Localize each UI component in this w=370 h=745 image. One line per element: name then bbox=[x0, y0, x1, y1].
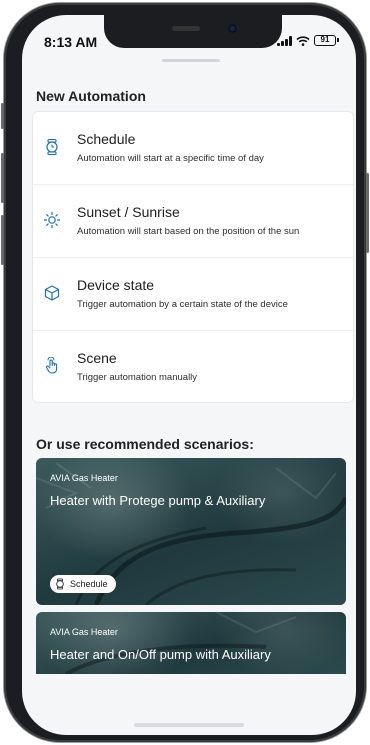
page-title: New Automation bbox=[36, 88, 146, 104]
option-title: Schedule bbox=[77, 131, 136, 147]
status-icons: 91 bbox=[277, 35, 339, 46]
scenario-card[interactable]: AVIA Gas Heater Heater and On/Off pump w… bbox=[36, 612, 346, 674]
option-scene[interactable]: Scene Trigger automation manually bbox=[33, 331, 353, 404]
scenario-title: Heater with Protege pump & Auxiliary bbox=[50, 493, 266, 508]
app-screen: 8:13 AM 91 New Automation Schedule Autom… bbox=[22, 15, 356, 735]
volume-down-button bbox=[1, 215, 4, 265]
option-description: Trigger automation manually bbox=[77, 372, 198, 383]
option-title: Sunset / Sunrise bbox=[77, 204, 180, 220]
scenario-brand: AVIA Gas Heater bbox=[50, 627, 118, 637]
cube-icon bbox=[44, 285, 60, 301]
front-camera bbox=[228, 24, 237, 33]
watch-icon bbox=[56, 578, 64, 590]
status-bar: 8:13 AM 91 bbox=[22, 15, 356, 61]
option-schedule[interactable]: Schedule Automation will start at a spec… bbox=[33, 112, 353, 185]
wifi-icon bbox=[296, 35, 310, 46]
battery-icon: 91 bbox=[314, 35, 339, 46]
mute-switch bbox=[1, 103, 4, 129]
tag-label: Schedule bbox=[70, 579, 108, 589]
pool-background-image bbox=[65, 612, 297, 674]
option-description: Automation will start based on the posit… bbox=[77, 226, 300, 237]
schedule-tag: Schedule bbox=[50, 575, 116, 593]
power-button bbox=[366, 173, 369, 253]
option-title: Scene bbox=[77, 350, 117, 366]
recommended-title: Or use recommended scenarios: bbox=[36, 436, 254, 452]
phone-frame: 8:13 AM 91 New Automation Schedule Autom… bbox=[1, 3, 369, 742]
scenario-card[interactable]: AVIA Gas Heater Heater with Protege pump… bbox=[36, 458, 346, 605]
volume-up-button bbox=[1, 153, 4, 203]
scenario-title: Heater and On/Off pump with Auxiliary bbox=[50, 647, 271, 662]
scenario-brand: AVIA Gas Heater bbox=[50, 473, 118, 483]
option-description: Trigger automation by a certain state of… bbox=[77, 299, 288, 310]
option-title: Device state bbox=[77, 277, 155, 293]
home-indicator[interactable] bbox=[134, 723, 244, 727]
notch bbox=[104, 15, 282, 48]
status-time: 8:13 AM bbox=[44, 34, 98, 50]
sheet-grabber-handle[interactable] bbox=[162, 59, 220, 62]
cellular-signal-icon bbox=[277, 35, 292, 46]
option-device-state[interactable]: Device state Trigger automation by a cer… bbox=[33, 258, 353, 331]
automation-type-list: Schedule Automation will start at a spec… bbox=[32, 111, 354, 403]
option-sunset-sunrise[interactable]: Sunset / Sunrise Automation will start b… bbox=[33, 185, 353, 258]
hand-touch-icon bbox=[46, 357, 58, 374]
sun-icon bbox=[43, 211, 61, 229]
option-description: Automation will start at a specific time… bbox=[77, 153, 264, 164]
speaker bbox=[172, 26, 200, 31]
watch-icon bbox=[46, 138, 58, 156]
